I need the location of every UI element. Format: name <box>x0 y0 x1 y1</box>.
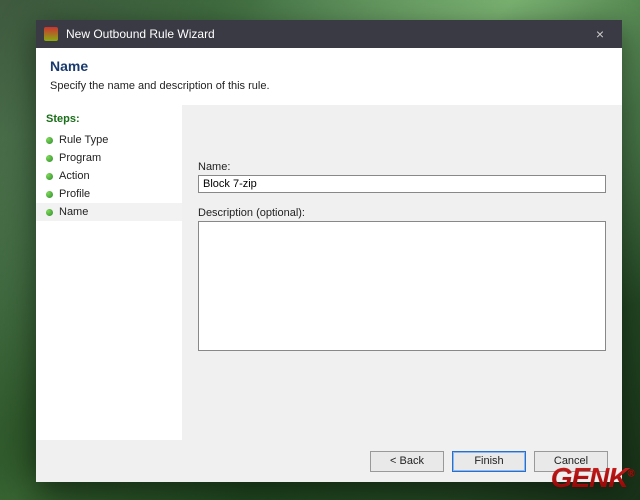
description-label: Description (optional): <box>198 207 606 219</box>
step-label: Action <box>59 170 90 182</box>
firewall-icon <box>44 27 58 41</box>
close-icon[interactable]: × <box>586 24 614 44</box>
name-input[interactable] <box>198 175 606 193</box>
back-button[interactable]: < Back <box>370 451 444 472</box>
step-label: Name <box>59 206 88 218</box>
step-action[interactable]: Action <box>36 167 182 185</box>
titlebar: New Outbound Rule Wizard × <box>36 20 622 48</box>
step-profile[interactable]: Profile <box>36 185 182 203</box>
bullet-icon <box>46 137 53 144</box>
page-title: Name <box>50 58 608 74</box>
name-label: Name: <box>198 161 606 173</box>
wizard-dialog: New Outbound Rule Wizard × Name Specify … <box>36 20 622 482</box>
wizard-content: Name: Description (optional): <box>182 105 622 440</box>
step-label: Program <box>59 152 101 164</box>
wizard-footer: < Back Finish Cancel <box>36 440 622 482</box>
cancel-button[interactable]: Cancel <box>534 451 608 472</box>
step-label: Rule Type <box>59 134 108 146</box>
bullet-icon <box>46 209 53 216</box>
finish-button[interactable]: Finish <box>452 451 526 472</box>
step-label: Profile <box>59 188 90 200</box>
step-name[interactable]: Name <box>36 203 182 221</box>
wizard-header: Name Specify the name and description of… <box>36 48 622 105</box>
step-rule-type[interactable]: Rule Type <box>36 131 182 149</box>
bullet-icon <box>46 173 53 180</box>
step-program[interactable]: Program <box>36 149 182 167</box>
window-title: New Outbound Rule Wizard <box>66 27 586 41</box>
page-subtitle: Specify the name and description of this… <box>50 80 608 92</box>
wizard-body: Steps: Rule Type Program Action Profile … <box>36 105 622 440</box>
steps-sidebar: Steps: Rule Type Program Action Profile … <box>36 105 182 440</box>
bullet-icon <box>46 155 53 162</box>
steps-heading: Steps: <box>36 109 182 131</box>
bullet-icon <box>46 191 53 198</box>
description-input[interactable] <box>198 221 606 351</box>
